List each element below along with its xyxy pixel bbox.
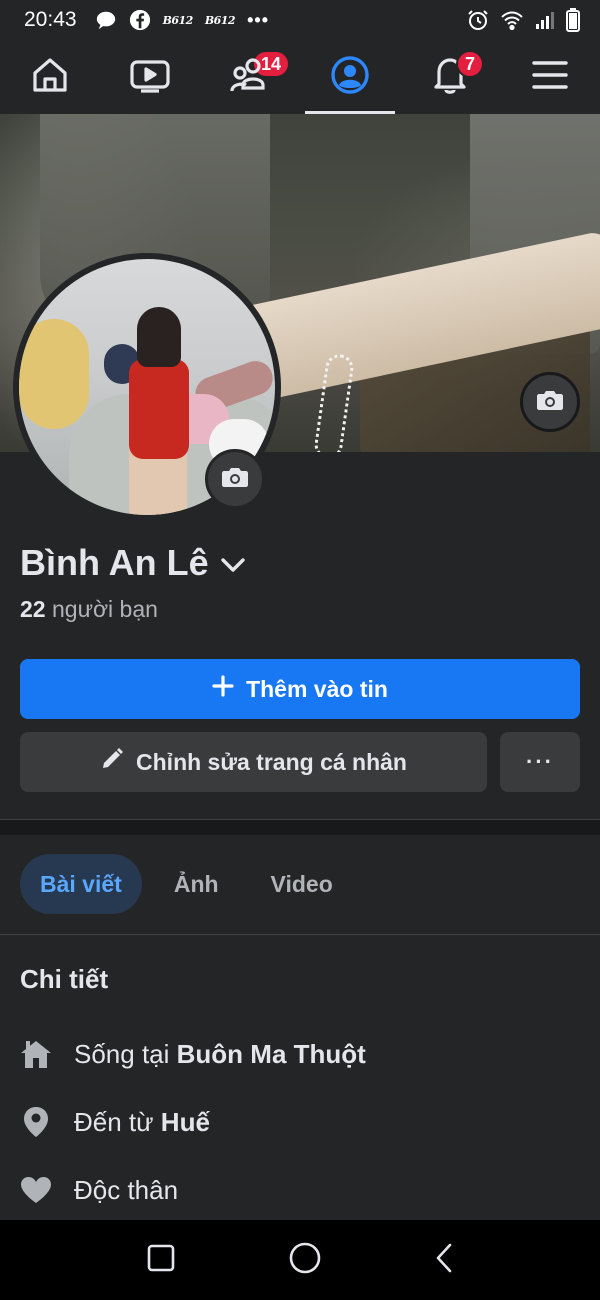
- nav-profile[interactable]: [300, 40, 400, 114]
- plus-icon: [212, 675, 234, 703]
- from-prefix: Đến từ: [74, 1106, 154, 1137]
- nav-home[interactable]: [0, 40, 100, 114]
- system-navigation-bar: [0, 1220, 600, 1300]
- home-icon: [30, 55, 70, 100]
- profile-name: Bình An Lê: [20, 542, 209, 583]
- menu-icon: [531, 59, 569, 96]
- section-divider: [0, 819, 600, 835]
- pencil-icon: [100, 747, 124, 777]
- alarm-icon: [466, 8, 490, 32]
- edit-profile-label: Chỉnh sửa trang cá nhân: [136, 748, 407, 775]
- nav-watch[interactable]: 14: [100, 40, 291, 114]
- camera-icon: [221, 465, 249, 494]
- more-dots-icon: •••: [247, 9, 269, 30]
- location-pin-icon: [20, 1106, 52, 1138]
- message-bubble-icon: [95, 9, 117, 31]
- edit-avatar-camera-button[interactable]: [205, 449, 265, 509]
- chevron-down-icon[interactable]: [219, 542, 247, 584]
- back-icon[interactable]: [434, 1242, 454, 1279]
- tab-posts[interactable]: Bài viết: [20, 854, 142, 914]
- edit-profile-button[interactable]: Chỉnh sửa trang cá nhân: [20, 732, 487, 792]
- more-dots-icon: ···: [526, 749, 554, 774]
- tabs-divider: [0, 934, 600, 935]
- status-bar: 20:43 B612 B612 •••: [0, 0, 600, 40]
- details-title: Chi tiết: [20, 964, 109, 994]
- profile-tabs: Bài viết Ảnh Video: [20, 854, 353, 914]
- b612-icon: B612: [162, 13, 194, 27]
- detail-from: Đến từ Huế: [20, 1106, 210, 1138]
- tab-photos[interactable]: Ảnh: [154, 854, 239, 914]
- friends-count[interactable]: 22 người bạn: [20, 596, 158, 623]
- notifications-badge: 7: [456, 50, 485, 78]
- detail-relationship: Độc thân: [20, 1174, 178, 1206]
- wifi-icon: [500, 9, 524, 31]
- add-to-story-label: Thêm vào tin: [246, 675, 388, 702]
- relationship-value: Độc thân: [74, 1174, 179, 1205]
- status-time: 20:43: [24, 8, 77, 31]
- heart-icon: [20, 1174, 52, 1206]
- home-circle-icon[interactable]: [288, 1241, 322, 1280]
- profile-name-row[interactable]: Bình An Lê: [20, 542, 247, 584]
- profile-content: Bình An Lê 22 người bạn Thêm vào tin Chỉ…: [0, 452, 600, 1220]
- lives-in-prefix: Sống tại: [74, 1038, 170, 1069]
- nav-notifications[interactable]: 7: [400, 40, 500, 114]
- detail-lives-in: Sống tại Buôn Ma Thuột: [20, 1038, 366, 1070]
- more-options-button[interactable]: ···: [500, 732, 580, 792]
- edit-cover-camera-button[interactable]: [520, 372, 580, 432]
- signal-icon: [534, 9, 556, 31]
- b612-icon: B612: [204, 13, 236, 27]
- add-to-story-button[interactable]: Thêm vào tin: [20, 659, 580, 719]
- top-navigation: 14 7: [0, 40, 600, 114]
- facebook-icon: [129, 9, 151, 31]
- friends-icon: [229, 55, 271, 100]
- battery-icon: [566, 8, 580, 32]
- friends-label: người bạn: [51, 596, 158, 622]
- nav-friends[interactable]: [200, 40, 300, 114]
- lives-in-value[interactable]: Buôn Ma Thuột: [177, 1039, 366, 1069]
- friends-number: 22: [20, 596, 46, 622]
- recents-icon[interactable]: [146, 1243, 176, 1278]
- nav-menu[interactable]: [500, 40, 600, 114]
- camera-icon: [536, 388, 564, 417]
- from-value[interactable]: Huế: [161, 1107, 210, 1137]
- profile-icon: [330, 55, 370, 100]
- video-icon: [129, 55, 171, 100]
- tab-videos[interactable]: Video: [251, 854, 353, 914]
- home-filled-icon: [20, 1038, 52, 1070]
